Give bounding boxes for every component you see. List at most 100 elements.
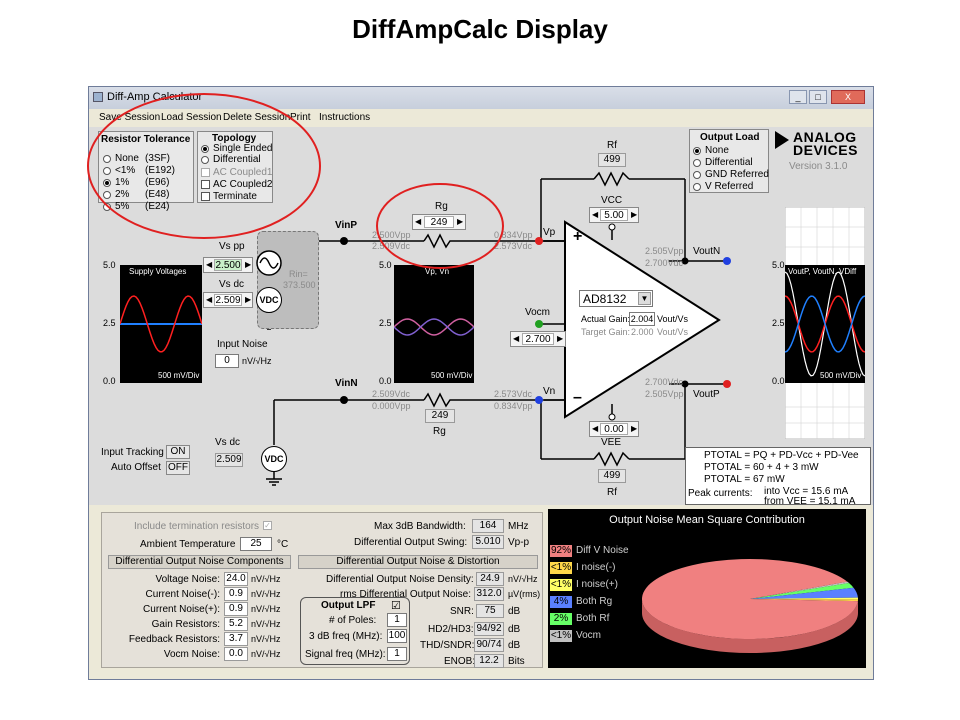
tolerance-radio-0[interactable]: [103, 155, 111, 163]
noise-component-label-3: Gain Resistors:: [151, 619, 220, 630]
amplifier-part-select[interactable]: AD8132 ▼: [579, 290, 653, 307]
include-termination-checkbox[interactable]: ✓: [263, 521, 272, 530]
tolerance-radio-4[interactable]: [103, 203, 111, 211]
poles-field[interactable]: 1: [387, 613, 407, 627]
topology-check-1[interactable]: [201, 180, 210, 189]
output-load-label-3: V Referred: [705, 181, 754, 192]
vee-increment-icon[interactable]: ▶: [631, 424, 637, 433]
vsdc2-label: Vs dc: [215, 437, 241, 448]
vcc-spinner[interactable]: ◀ 5.00 ▶: [589, 207, 639, 223]
output-load-radio-1[interactable]: [693, 159, 701, 167]
topology-check-0[interactable]: [201, 168, 210, 177]
scope-supply-voltages: [120, 265, 202, 383]
output-load-radio-0[interactable]: [693, 147, 701, 155]
rg-bottom-value: 249: [425, 409, 455, 423]
snr-unit: dB: [508, 606, 521, 617]
poles-label: # of Poles:: [329, 615, 377, 626]
vcc-value[interactable]: 5.00: [600, 209, 628, 221]
vee-decrement-icon[interactable]: ◀: [592, 424, 598, 433]
vocm-value[interactable]: 2.700: [522, 333, 554, 345]
vs-pp-decrement-icon[interactable]: ◀: [206, 260, 212, 269]
topology-radio-0[interactable]: [201, 145, 209, 153]
rg-decrement-icon[interactable]: ◀: [415, 217, 421, 226]
thd-value: 90/74: [474, 638, 504, 652]
rg-top-spinner[interactable]: ◀ 249 ▶: [412, 214, 466, 230]
vs-dc-value[interactable]: 2.509: [214, 294, 242, 306]
signal-freq-field[interactable]: 1: [387, 647, 407, 661]
vocm-decrement-icon[interactable]: ◀: [513, 334, 519, 343]
output-load-label-0: None: [705, 145, 729, 156]
tolerance-label-0: None: [115, 153, 139, 164]
tolerance-radio-1[interactable]: [103, 167, 111, 175]
vee-spinner[interactable]: ◀ 0.00 ▶: [589, 421, 639, 437]
topology-check-label-0: AC Coupled1: [213, 167, 273, 178]
vs-dc-spinner[interactable]: ◀ 2.509 ▶: [203, 292, 253, 308]
tolerance-radio-2[interactable]: [103, 179, 111, 187]
maximize-button[interactable]: □: [809, 90, 827, 104]
swing-label: Differential Output Swing:: [354, 537, 468, 548]
pie-chart: [642, 559, 858, 653]
vs-pp-label: Vs pp: [219, 241, 245, 252]
tolerance-code-0: (3SF): [145, 153, 170, 164]
scope-left-div: 500 mV/Div: [158, 371, 200, 380]
lpf-freq-label: 3 dB freq (MHz):: [309, 631, 383, 642]
ambient-temp-field[interactable]: 25: [240, 537, 272, 551]
density-unit: nV/√Hz: [508, 574, 538, 584]
outn-vpp: 2.505Vpp: [645, 246, 684, 256]
enob-label: ENOB:: [444, 656, 476, 667]
input-tracking-button[interactable]: ON: [166, 445, 190, 459]
legend-swatch-2: <1%: [550, 579, 572, 591]
vs-dc-decrement-icon[interactable]: ◀: [206, 295, 212, 304]
tolerance-label-2: 1%: [115, 177, 130, 188]
lpf-checkbox[interactable]: ☑: [391, 599, 401, 612]
vocm-spinner[interactable]: ◀ 2.700 ▶: [510, 331, 566, 347]
chevron-down-icon[interactable]: ▼: [638, 292, 651, 305]
noise-component-label-5: Vocm Noise:: [163, 649, 220, 660]
vcc-decrement-icon[interactable]: ◀: [592, 210, 598, 219]
rf-bottom-value: 499: [598, 469, 626, 483]
vs-pp-value[interactable]: 2.500: [214, 259, 242, 271]
menu-load-session[interactable]: Load Session: [161, 112, 222, 123]
rf-top-label: Rf: [607, 140, 617, 151]
vee-value[interactable]: 0.00: [600, 423, 628, 435]
topology-radio-1[interactable]: [201, 156, 209, 164]
output-load-radio-3[interactable]: [693, 183, 701, 191]
tolerance-radio-3[interactable]: [103, 191, 111, 199]
lpf-freq-field[interactable]: 100: [387, 629, 407, 643]
topology-check-2[interactable]: [201, 192, 210, 201]
menu-delete-session[interactable]: Delete Session: [223, 112, 290, 123]
legend-label-2: I noise(+): [576, 579, 618, 590]
enob-unit: Bits: [508, 656, 525, 667]
vocm-increment-icon[interactable]: ▶: [557, 334, 563, 343]
vcc-label: VCC: [601, 195, 623, 206]
menu-print[interactable]: Print: [290, 112, 311, 123]
menu-save-session[interactable]: Save Session: [99, 112, 160, 123]
scope-mid-y-mid: 2.5: [379, 318, 392, 328]
rg-top-value[interactable]: 249: [424, 216, 454, 228]
vs-pp-increment-icon[interactable]: ▶: [245, 260, 251, 269]
vs-dc-increment-icon[interactable]: ▶: [245, 295, 251, 304]
input-noise-field[interactable]: 0: [215, 354, 239, 368]
input-noise-unit: nV/√Hz: [242, 356, 272, 366]
noise-component-unit-3: nV/√Hz: [251, 619, 281, 629]
output-load-label-1: Differential: [705, 157, 753, 168]
ac-source-icon: [256, 250, 282, 276]
noise-component-value-0: 24.0: [224, 572, 248, 586]
menu-instructions[interactable]: Instructions: [319, 112, 370, 123]
app-icon: [93, 92, 103, 102]
auto-offset-button[interactable]: OFF: [166, 461, 190, 475]
input-noise-label: Input Noise: [217, 339, 268, 350]
peak-current-vee: from VEE = 15.1 mA: [764, 496, 856, 507]
close-button[interactable]: X: [831, 90, 865, 104]
rg-increment-icon[interactable]: ▶: [457, 217, 463, 226]
hd-value: 94/92: [474, 622, 504, 636]
auto-offset-label: Auto Offset: [111, 462, 161, 473]
lpf-title: Output LPF: [321, 600, 376, 611]
tolerance-code-2: (E96): [145, 177, 170, 188]
vcc-increment-icon[interactable]: ▶: [631, 210, 637, 219]
vs-dc-label: Vs dc: [219, 279, 245, 290]
minimize-button[interactable]: _: [789, 90, 807, 104]
vs-pp-spinner[interactable]: ◀ 2.500 ▶: [203, 257, 253, 273]
topology-label-0: Single Ended: [213, 143, 273, 154]
output-load-radio-2[interactable]: [693, 171, 701, 179]
